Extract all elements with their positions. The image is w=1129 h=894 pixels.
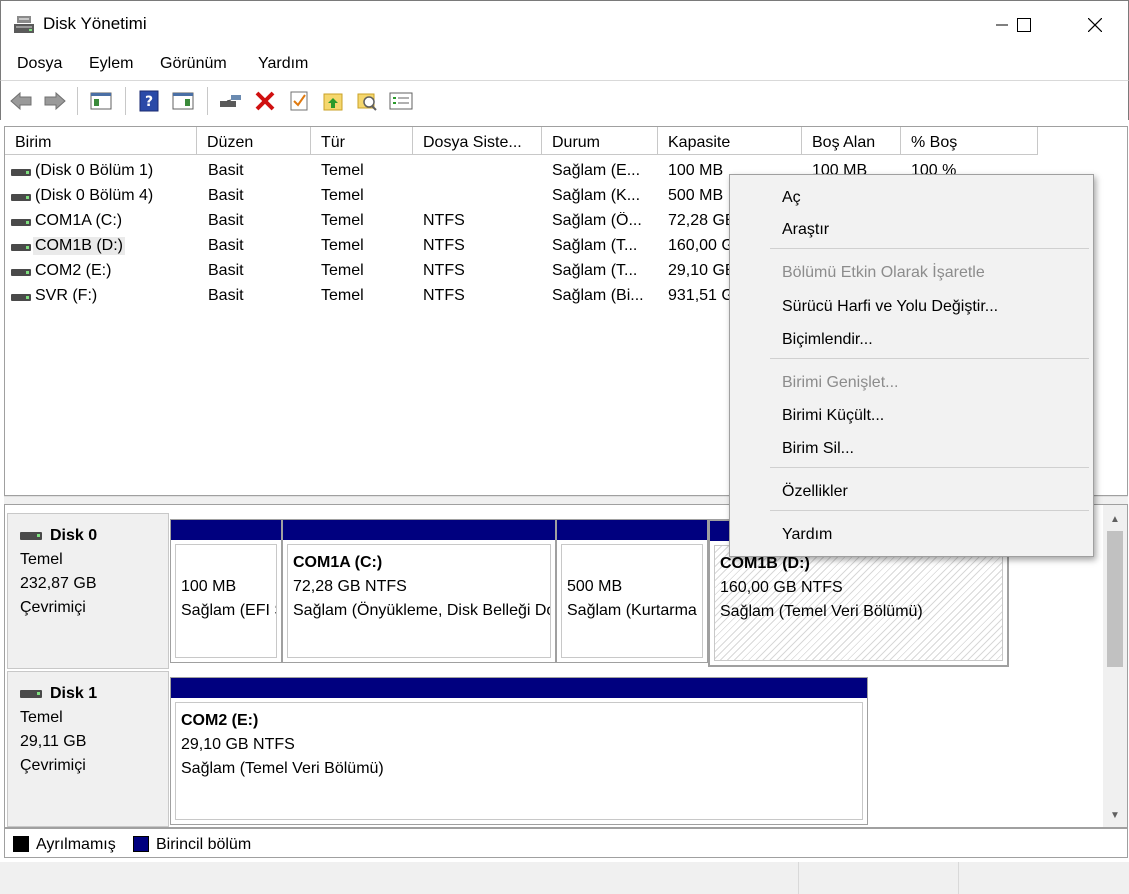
list-view-button[interactable] [389,89,413,113]
legend-label-unallocated: Ayrılmamış [36,836,116,853]
window-title: Disk Yönetimi [43,14,147,33]
disk-0-label[interactable]: Disk 0 Temel 232,87 GB Çevrimiçi [7,513,169,669]
ctx-change-drive-letter[interactable]: Sürücü Harfi ve Yolu Değiştir... [782,298,998,316]
help-button[interactable]: ? [137,89,161,113]
ctx-extend-volume: Birimi Genişlet... [782,374,899,391]
maximize-icon [1017,18,1031,32]
ctx-help[interactable]: Yardım [782,526,832,544]
ctx-explore[interactable]: Araştır [782,221,829,239]
folder-search-icon [357,93,377,111]
menu-gorunum[interactable]: Görünüm [160,55,227,73]
scroll-up-icon[interactable]: ▲ [1107,511,1123,527]
menu-yardim[interactable]: Yardım [258,55,308,73]
ctx-delete-volume[interactable]: Birim Sil... [782,440,854,458]
disk-size: 29,11 GB [20,733,87,750]
arrow-left-icon [10,91,32,111]
legend: Ayrılmamış Birincil bölüm [4,828,1128,858]
title-bar: Disk Yönetimi [0,0,1129,48]
delete-x-icon [255,91,275,111]
column-dosya-sistemi[interactable]: Dosya Siste... [413,127,542,155]
legend-label-primary: Birincil bölüm [156,836,252,853]
partition-recovery[interactable]: 500 MB Sağlam (Kurtarma Bölümü) [556,519,708,663]
toolbar: ? [0,80,1129,120]
connect-disk-button[interactable] [219,89,243,113]
disk-state: Çevrimiçi [20,757,86,774]
volume-icon [11,194,31,201]
disk-1-label[interactable]: Disk 1 Temel 29,11 GB Çevrimiçi [7,671,169,827]
properties-button[interactable] [287,89,311,113]
list-view-icon [389,92,413,110]
column-tur[interactable]: Tür [311,127,413,155]
forward-button[interactable] [43,89,67,113]
column-kapasite[interactable]: Kapasite [658,127,802,155]
legend-swatch-primary [133,836,149,852]
volume-icon [11,294,31,301]
context-menu: Aç Araştır Bölümü Etkin Olarak İşaretle … [729,174,1094,557]
disk-size: 232,87 GB [20,575,97,592]
maximize-button[interactable] [1001,1,1047,49]
column-yuzde-bos[interactable]: % Boş [901,127,1038,155]
disk-state: Çevrimiçi [20,599,86,616]
menu-bar: Dosya Eylem Görünüm Yardım [0,48,1129,80]
disk-management-icon [14,16,34,33]
svg-text:?: ? [145,94,153,110]
column-duzen[interactable]: Düzen [197,127,311,155]
partition-com2[interactable]: COM2 (E:) 29,10 GB NTFS Sağlam (Temel Ve… [170,677,868,825]
disk-connect-icon [220,95,241,107]
ctx-format[interactable]: Biçimlendir... [782,331,873,349]
column-bos-alan[interactable]: Boş Alan [802,127,901,155]
console-tree-icon [90,92,112,110]
volume-icon [11,219,31,226]
close-button[interactable] [1072,1,1118,49]
volume-icon [11,244,31,251]
action-pane-icon [172,92,194,110]
scroll-thumb[interactable] [1107,531,1123,667]
scroll-down-icon[interactable]: ▼ [1107,807,1123,823]
status-bar [0,862,1129,894]
ctx-shrink-volume[interactable]: Birimi Küçült... [782,407,884,425]
up-folder-button[interactable] [321,89,345,113]
partition-com1a[interactable]: COM1A (C:) 72,28 GB NTFS Sağlam (Önyükle… [282,519,556,663]
column-durum[interactable]: Durum [542,127,658,155]
disk-icon [20,690,42,698]
search-folder-button[interactable] [355,89,379,113]
show-hide-console-tree-button[interactable] [89,89,113,113]
column-birim[interactable]: Birim [5,127,197,155]
disk-map-scrollbar[interactable]: ▲ ▼ [1103,505,1127,827]
partition-efi[interactable]: 100 MB Sağlam (EFI Sistem Bölümü) [170,519,282,663]
delete-button[interactable] [253,89,277,113]
show-hide-action-pane-button[interactable] [171,89,195,113]
properties-check-icon [290,91,308,111]
ctx-open[interactable]: Aç [782,189,801,207]
legend-swatch-unallocated [13,836,29,852]
disk-type: Temel [20,709,63,726]
disk-type: Temel [20,551,63,568]
ctx-mark-active: Bölümü Etkin Olarak İşaretle [782,264,985,281]
volume-icon [11,269,31,276]
menu-dosya[interactable]: Dosya [17,55,62,73]
menu-eylem[interactable]: Eylem [89,55,133,73]
close-icon [1088,18,1102,32]
folder-up-icon [323,93,343,111]
back-button[interactable] [9,89,33,113]
ctx-properties[interactable]: Özellikler [782,483,848,501]
help-icon: ? [139,90,159,112]
disk-name: Disk 0 [50,527,98,544]
disk-name: Disk 1 [50,685,98,702]
disk-icon [20,532,42,540]
volume-icon [11,169,31,176]
arrow-right-icon [44,91,66,111]
